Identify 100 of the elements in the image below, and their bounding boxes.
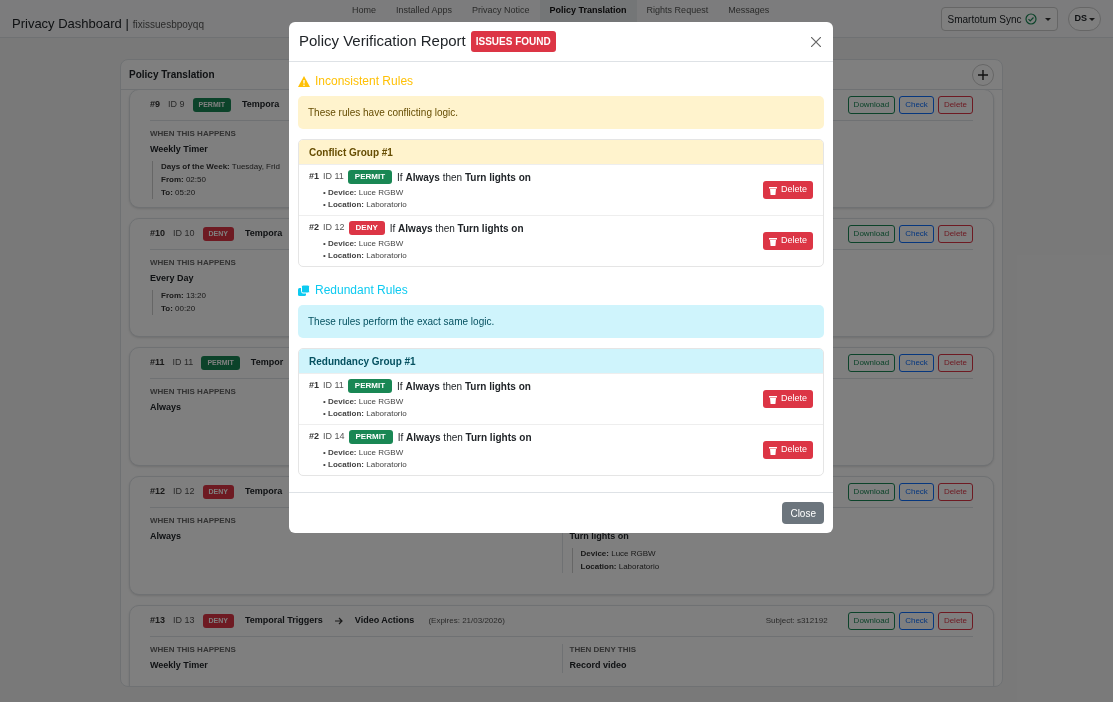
- user-menu[interactable]: DS: [1068, 7, 1101, 31]
- trash-icon: [769, 236, 777, 246]
- delete-button[interactable]: Delete: [937, 483, 973, 501]
- alert-message: These rules have conflicting logic.: [298, 96, 824, 129]
- caret-icon: [1089, 17, 1095, 21]
- section-label: WHEN THIS HAPPENS: [150, 386, 236, 398]
- detail-text: Days of the Week: Tuesday, Frid: [161, 160, 280, 173]
- plus-icon: [978, 69, 988, 80]
- download-button[interactable]: Download: [847, 225, 896, 243]
- nav-link[interactable]: Installed Apps: [386, 0, 463, 22]
- trash-icon: [769, 185, 777, 195]
- rule-summary: If Always then Turn lights on: [397, 170, 531, 185]
- rule-number: #1: [309, 170, 319, 184]
- expiry-date: (Expires: 21/03/2026): [428, 615, 505, 627]
- panel-title: Policy Translation: [129, 68, 215, 82]
- detail-text: From: 13:20: [161, 289, 206, 302]
- section-heading: Redundant Rules: [315, 282, 408, 299]
- rule-number: #2: [309, 430, 319, 444]
- download-button[interactable]: Download: [847, 96, 896, 114]
- detail-text: Location: Laboratorio: [580, 560, 660, 573]
- action-name: Record video: [569, 659, 627, 672]
- delete-button[interactable]: Delete: [937, 612, 973, 630]
- status-badge: ISSUES FOUND: [470, 31, 556, 52]
- detail-text: • Device: Luce RGBW: [323, 395, 404, 408]
- trigger-name: Always: [150, 401, 182, 414]
- rule-title: Tempora: [245, 227, 283, 241]
- effect-badge: PERMIT: [347, 379, 393, 393]
- trigger-name: Every Day: [150, 272, 194, 285]
- close-button[interactable]: [809, 34, 823, 49]
- delete-button[interactable]: Delete: [937, 96, 973, 114]
- delete-button[interactable]: Delete: [937, 225, 973, 243]
- rule-title: Tempora: [242, 98, 280, 112]
- effect-badge: PERMIT: [347, 170, 393, 184]
- rule-id: ID 13: [173, 614, 195, 628]
- rule-number: #1: [309, 379, 319, 393]
- detail-text: To: 00:20: [161, 302, 196, 315]
- trigger-name: Weekly Timer: [150, 659, 208, 672]
- rule-title: Tempor: [250, 356, 284, 370]
- delete-button[interactable]: Delete: [763, 441, 813, 459]
- close-button[interactable]: Close: [782, 502, 824, 524]
- rule-number: #12: [150, 485, 166, 499]
- check-button[interactable]: Check: [899, 225, 934, 243]
- rule-target: Video Actions: [354, 614, 415, 628]
- check-button[interactable]: Check: [899, 483, 934, 501]
- rule-id: ID 12: [323, 221, 345, 235]
- rule-number: #10: [150, 227, 166, 241]
- detail-text: • Device: Luce RGBW: [323, 446, 404, 459]
- user-initials: DS: [1074, 12, 1087, 26]
- rule-title: Tempora: [245, 485, 283, 499]
- rule-summary: If Always then Turn lights on: [397, 430, 532, 445]
- effect-badge: DENY: [348, 221, 385, 235]
- nav-link[interactable]: Home: [342, 0, 386, 22]
- rule-id: ID 10: [173, 227, 195, 241]
- download-button[interactable]: Download: [847, 483, 896, 501]
- rule-id: ID 11: [323, 170, 344, 184]
- duplicate-icon: [298, 284, 310, 296]
- delete-button[interactable]: Delete: [763, 232, 813, 250]
- nav-link[interactable]: Policy Translation: [539, 0, 637, 22]
- download-button[interactable]: Download: [847, 354, 896, 372]
- download-button[interactable]: Download: [847, 612, 896, 630]
- subject-label: Subject: s312192: [765, 615, 828, 627]
- section-heading: Inconsistent Rules: [315, 73, 414, 90]
- sync-dropdown[interactable]: Smartotum Sync: [940, 7, 1059, 31]
- trash-icon: [769, 394, 777, 404]
- section-label: WHEN THIS HAPPENS: [150, 128, 236, 140]
- detail-text: • Device: Luce RGBW: [323, 186, 404, 199]
- group-title: Conflict Group #1: [299, 140, 823, 164]
- detail-text: To: 05:20: [161, 186, 196, 199]
- nav-link[interactable]: Messages: [718, 0, 780, 22]
- trigger-name: Always: [150, 530, 182, 543]
- section-label: WHEN THIS HAPPENS: [150, 515, 236, 527]
- delete-button[interactable]: Delete: [763, 390, 813, 408]
- rule-summary: If Always then Turn lights on: [389, 221, 524, 236]
- rule-id: ID 11: [323, 379, 344, 393]
- effect-badge: PERMIT: [348, 430, 393, 444]
- rule-id: ID 14: [323, 430, 345, 444]
- rule-number: #13: [150, 614, 166, 628]
- rule-number: #11: [150, 356, 165, 370]
- section-label: WHEN THIS HAPPENS: [150, 257, 236, 269]
- check-button[interactable]: Check: [899, 96, 934, 114]
- check-circle-icon: [1025, 13, 1038, 25]
- brand-title[interactable]: Privacy Dashboard |: [12, 14, 129, 34]
- delete-button[interactable]: Delete: [763, 181, 813, 199]
- rule-number: #2: [309, 221, 319, 235]
- caret-icon: [1045, 17, 1052, 21]
- detail-text: • Location: Laboratorio: [323, 198, 407, 211]
- check-button[interactable]: Check: [899, 354, 934, 372]
- delete-button[interactable]: Delete: [937, 354, 973, 372]
- alert-message: These rules perform the exact same logic.: [298, 305, 824, 338]
- group-title: Redundancy Group #1: [299, 349, 823, 373]
- detail-text: • Device: Luce RGBW: [323, 237, 404, 250]
- nav-link[interactable]: Privacy Notice: [462, 0, 540, 22]
- rule-id: ID 12: [173, 485, 195, 499]
- detail-text: • Location: Laboratorio: [323, 407, 407, 420]
- rule-number: #9: [150, 98, 160, 112]
- check-button[interactable]: Check: [899, 612, 934, 630]
- rule-title: Temporal Triggers: [245, 614, 323, 628]
- trash-icon: [769, 445, 777, 455]
- modal-title: Policy Verification Report: [299, 31, 466, 52]
- rule-id: ID 9: [168, 98, 185, 112]
